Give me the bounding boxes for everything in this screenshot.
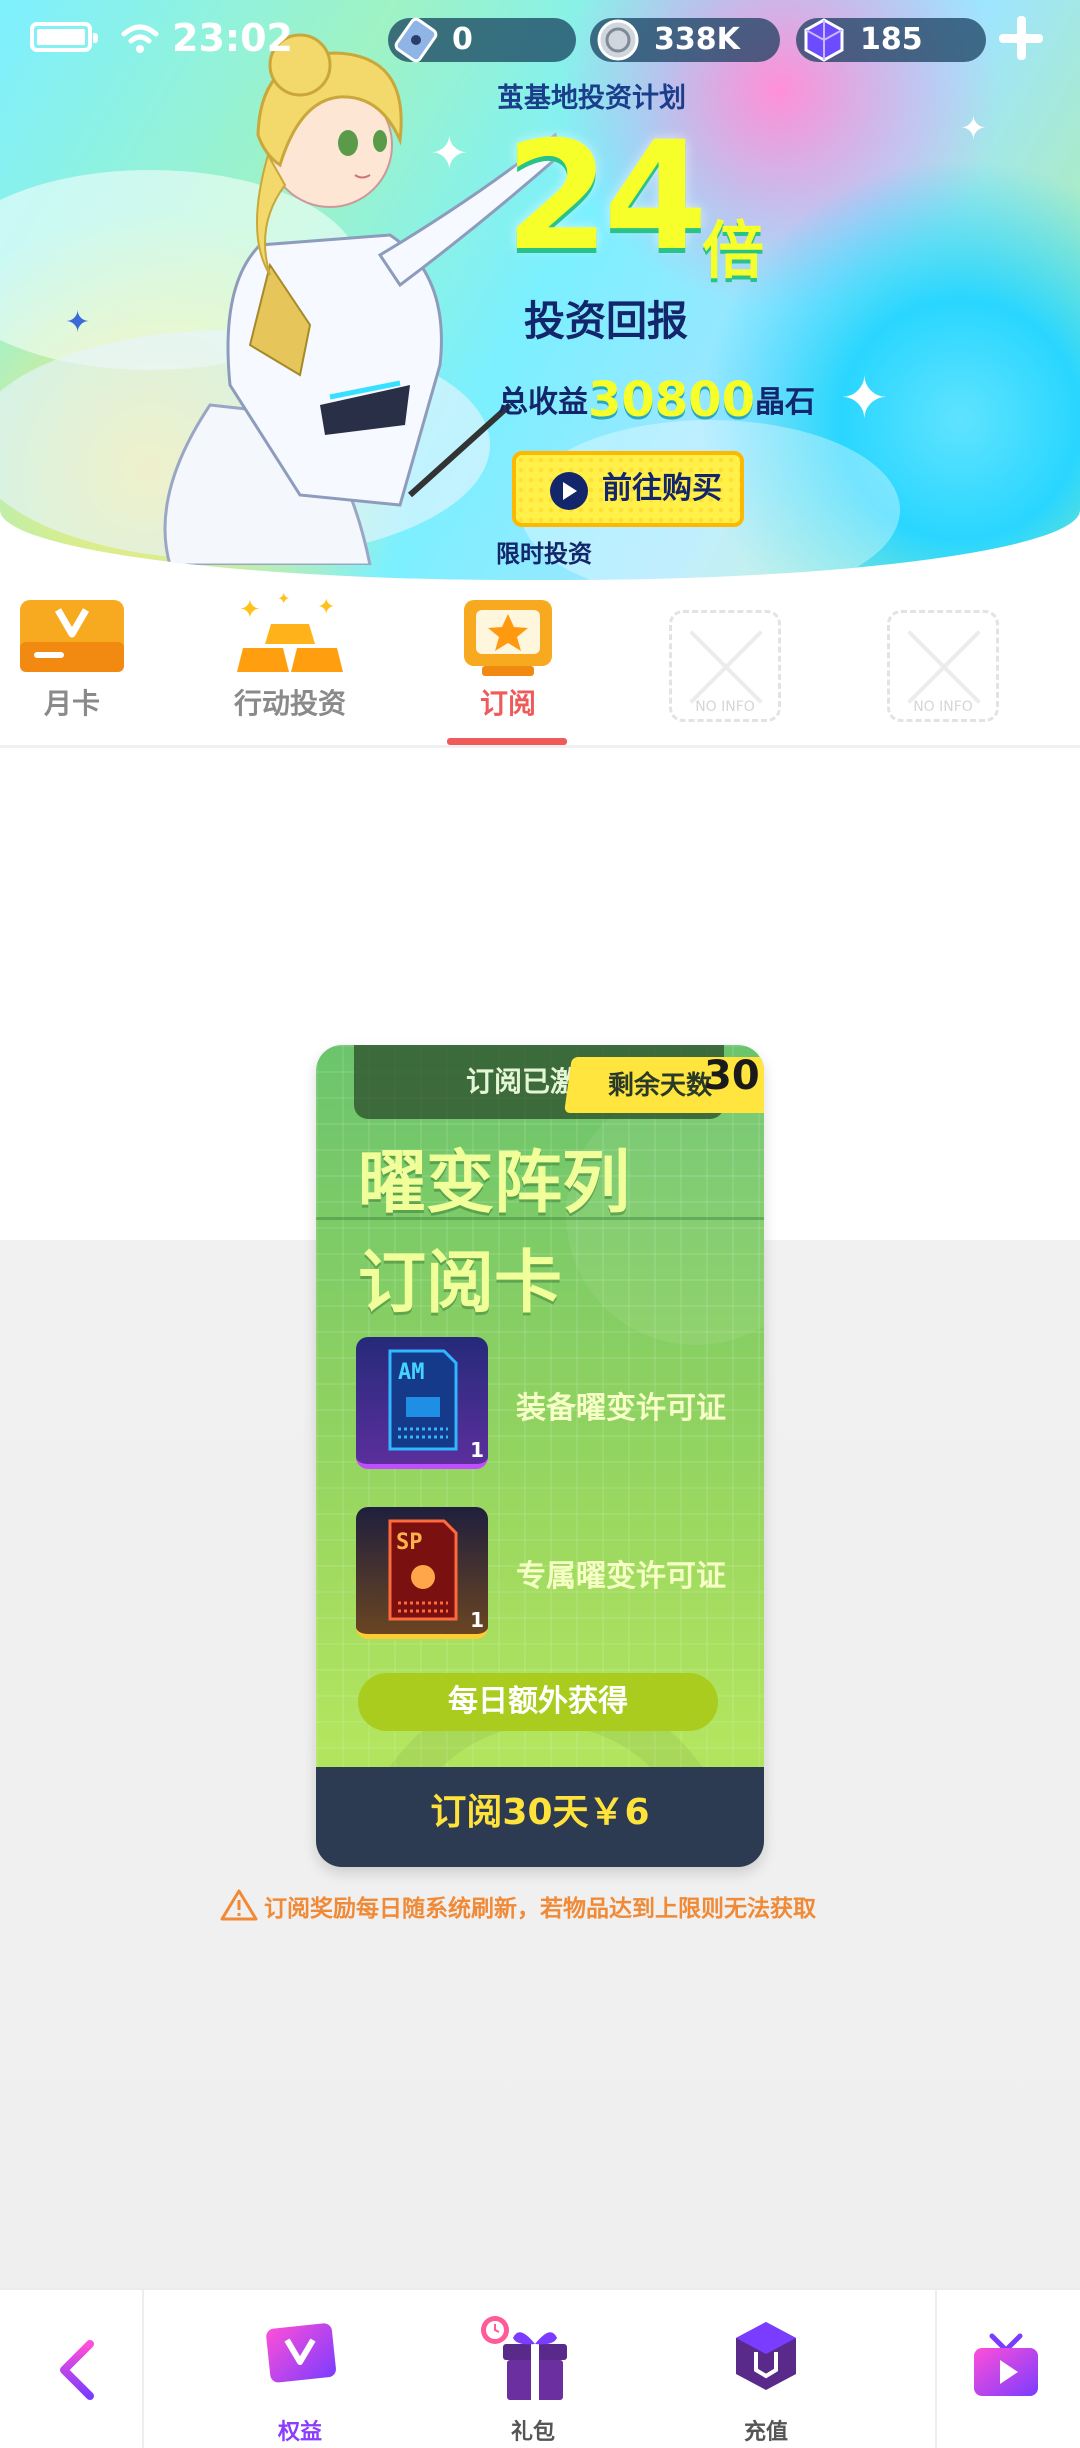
sparkle-icon: ✦ [840, 364, 889, 432]
am-badge-text: AM [398, 1360, 425, 1385]
tab-label: 订阅 [479, 687, 536, 720]
subscription-card: 订阅已激活 剩余天数 30 曜变阵列 订阅卡 AM 1 装备曜变许可证 SP 1 [316, 1045, 764, 1867]
recharge-cube-icon [736, 2322, 796, 2390]
tab-label: 行动投资 [233, 687, 346, 720]
nav-recharge[interactable]: 充值 [706, 2312, 826, 2445]
nav-gift-packs[interactable]: 礼包 [473, 2312, 593, 2445]
total-value: 30800 [588, 372, 755, 428]
sparkle-icon: ✦ [430, 126, 469, 180]
go-buy-label: 前往购买 [602, 471, 722, 506]
banner-multiplier-unit: 倍 [702, 214, 765, 287]
back-arrow-icon[interactable] [48, 2338, 112, 2402]
banner-total: 总收益30800晶石 [498, 372, 815, 428]
item-quantity: 1 [470, 1608, 484, 1632]
nav-separator [142, 2290, 144, 2448]
gift-icon [481, 2316, 567, 2400]
category-tabs: 月卡 ✦ ✦ ✦ 行动投资 订阅 NO INFO NO INFO [0, 580, 1080, 748]
banner-headline: 投资回报 [524, 297, 688, 345]
bottom-navigation: 权益 礼包 充值 [0, 2288, 1080, 2448]
item-quantity: 1 [470, 1438, 484, 1462]
tab-empty-slot: NO INFO [843, 580, 1043, 748]
gold-bars-icon: ✦ ✦ ✦ [237, 589, 343, 672]
card-title-line2: 订阅卡 [358, 1244, 563, 1323]
placeholder-icon: NO INFO [669, 610, 781, 722]
subscription-star-icon [464, 600, 552, 676]
nav-label: 权益 [277, 2420, 322, 2445]
svg-text:✦: ✦ [239, 595, 261, 625]
limited-label: 限时投资 [496, 540, 592, 568]
crystal-counter[interactable]: 185 [796, 18, 986, 62]
total-suffix: 晶石 [755, 385, 815, 420]
ticket-icon [394, 17, 438, 63]
placeholder-icon: NO INFO [887, 610, 999, 722]
am-license-chip-icon: AM [388, 1349, 458, 1451]
video-tv-icon[interactable] [970, 2332, 1042, 2402]
add-currency-button[interactable] [995, 12, 1047, 64]
crystal-cube-icon [804, 18, 844, 62]
nav-label: 充值 [743, 2420, 788, 2445]
go-buy-button[interactable]: 前往购买 [512, 451, 744, 527]
reward-item-label: 专属曜变许可证 [516, 1559, 726, 1594]
ticket-value: 0 [452, 22, 473, 57]
coin-counter[interactable]: 338K [590, 18, 780, 62]
coin-icon [597, 19, 639, 61]
svg-text:✦: ✦ [277, 589, 290, 608]
banner-multiplier: 24 [505, 110, 708, 284]
crystal-value: 185 [860, 22, 923, 57]
clock: 23:02 [172, 16, 293, 60]
nav-label: 礼包 [510, 2420, 555, 2445]
reward-item-am-license[interactable]: AM 1 [356, 1337, 488, 1469]
sparkle-icon: ✦ [65, 305, 91, 340]
coin-value: 338K [654, 22, 740, 57]
svg-text:✦: ✦ [317, 595, 335, 620]
sparkle-icon: ✦ [960, 109, 987, 147]
benefits-v-icon [266, 2323, 336, 2383]
daily-bonus-label: 每日额外获得 [358, 1673, 718, 1731]
battery-icon [30, 22, 98, 52]
nav-benefits[interactable]: 权益 [240, 2312, 360, 2445]
page: 23:02 0 338K 185 茧基地投资计划 24 倍 投资回报 总收益30… [0, 0, 1080, 2448]
reward-item-label: 装备曜变许可证 [516, 1391, 726, 1426]
total-prefix: 总收益 [498, 385, 588, 420]
tab-action-investment[interactable]: ✦ ✦ ✦ 行动投资 [190, 580, 390, 748]
notice-text: 订阅奖励每日随系统刷新，若物品达到上限则无法获取 [264, 1896, 816, 1922]
card-title-line1: 曜变阵列 [358, 1144, 631, 1223]
active-tab-indicator [447, 738, 567, 745]
wifi-icon [121, 24, 159, 53]
ticket-counter[interactable]: 0 [388, 17, 576, 63]
tab-empty-slot: NO INFO [625, 580, 825, 748]
sp-badge-text: SP [396, 1530, 423, 1555]
warning-icon [220, 1889, 258, 1921]
days-remaining-value: 30 [704, 1053, 760, 1099]
tab-monthly-card[interactable]: 月卡 [0, 580, 172, 748]
subscription-notice: 订阅奖励每日随系统刷新，若物品达到上限则无法获取 [220, 1888, 816, 1923]
arrow-right-icon [550, 472, 588, 510]
sp-license-chip-icon: SP [388, 1519, 458, 1621]
tab-label: 月卡 [43, 687, 100, 720]
tab-subscription[interactable]: 订阅 [408, 580, 608, 748]
nav-separator [935, 2290, 937, 2448]
subscribe-price-button[interactable]: 订阅30天￥6 [316, 1767, 764, 1867]
monthly-card-icon [20, 600, 124, 672]
investment-banner[interactable]: 23:02 0 338K 185 茧基地投资计划 24 倍 投资回报 总收益30… [0, 0, 1080, 580]
days-remaining-label: 剩余天数 [608, 1071, 713, 1101]
reward-item-sp-license[interactable]: SP 1 [356, 1507, 488, 1639]
